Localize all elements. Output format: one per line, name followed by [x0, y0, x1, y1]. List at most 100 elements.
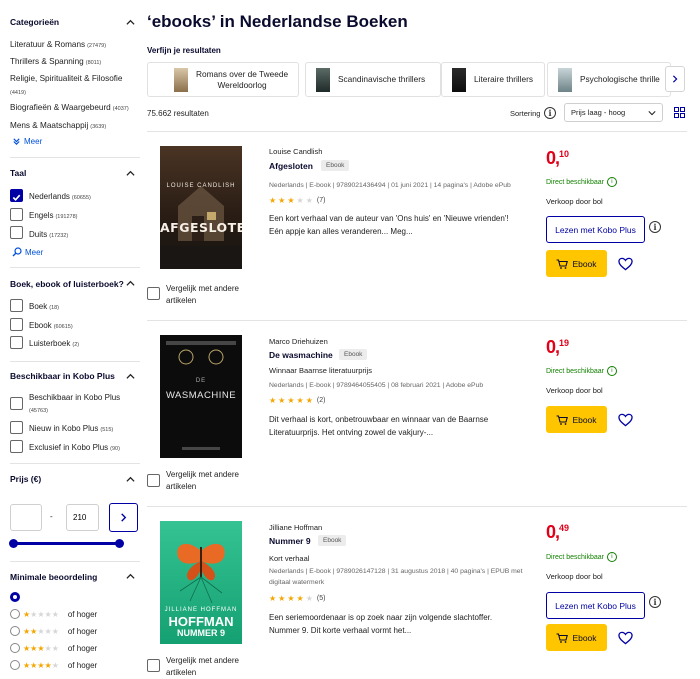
price-slider-max-handle[interactable] [114, 539, 124, 548]
language-more-link[interactable]: Meer [12, 247, 43, 257]
price-slider-min-handle[interactable] [8, 539, 18, 548]
rating-option[interactable] [10, 592, 20, 602]
product-description: Een kort verhaal van de auteur van 'Ons … [269, 214, 509, 236]
chevron-up-icon[interactable] [126, 372, 135, 381]
heart-icon[interactable] [618, 631, 633, 645]
rating-option[interactable]: ★★★★★ of hoger [10, 626, 97, 636]
price-max-input[interactable] [66, 504, 99, 531]
rating-option[interactable]: ★★★★★ of hoger [10, 660, 97, 670]
divider [10, 157, 140, 158]
rating-radio[interactable] [10, 592, 20, 602]
star-icon: ★ [287, 196, 295, 205]
category-item[interactable]: Thrillers & Spanning (8011) [10, 57, 101, 66]
heart-icon[interactable] [618, 413, 633, 427]
category-item[interactable]: Biografieën & Waargebeurd (4037) [10, 103, 129, 112]
sort-info-icon[interactable]: i [544, 107, 556, 119]
category-count: (27479) [87, 43, 107, 49]
chips-next-button[interactable] [665, 66, 685, 92]
rating-radio[interactable] [10, 626, 20, 636]
divider [147, 506, 687, 507]
kobo-plus-button[interactable]: Lezen met Kobo Plus [546, 592, 645, 619]
product-cover[interactable]: DE WASMACHINE [160, 335, 242, 458]
info-icon[interactable]: i [606, 366, 617, 376]
refine-chip[interactable]: Scandinavische thrillers [305, 62, 441, 97]
star-icon: ★ [51, 643, 59, 653]
product-cover[interactable]: JILLIANE HOFFMAN HOFFMAN NUMMER 9 [160, 521, 242, 644]
product-author[interactable]: Louise Candlish [269, 147, 322, 156]
rating-option[interactable]: ★★★★★ of hoger [10, 609, 97, 619]
info-icon[interactable]: i [606, 177, 617, 187]
kobo-name: Exclusief in Kobo Plus [29, 443, 109, 452]
product-author[interactable]: Jilliane Hoffman [269, 523, 322, 532]
chip-thumbnail [452, 67, 466, 92]
compare-checkbox[interactable] [147, 474, 160, 487]
format-checkbox-ebook[interactable] [10, 318, 23, 331]
category-item[interactable]: Literatuur & Romans (27479) [10, 40, 106, 49]
kobo-info-icon[interactable]: i [649, 596, 661, 608]
refine-chip[interactable]: Literaire thrillers [441, 62, 545, 97]
chip-thumbnail [174, 67, 188, 92]
chip-label: Scandinavische thrillers [338, 74, 426, 84]
kobo-checkbox-nieuw[interactable] [10, 421, 23, 434]
language-checkbox-engels[interactable] [10, 208, 23, 221]
buy-label: Ebook [572, 258, 597, 269]
buy-ebook-button[interactable]: Ebook [546, 406, 607, 433]
compare-checkbox[interactable] [147, 287, 160, 300]
chevron-up-icon[interactable] [126, 572, 135, 581]
product-author[interactable]: Marco Driehuizen [269, 337, 328, 346]
refine-chip[interactable]: Romans over de Tweede Wereldoorlog [147, 62, 299, 97]
price-cents: 49 [559, 523, 570, 533]
product-title[interactable]: De wasmachine [269, 350, 333, 360]
heart-icon[interactable] [618, 257, 633, 271]
language-label: Engels (191278) [29, 211, 78, 220]
star-icon: ★ [37, 609, 45, 619]
rating-radio[interactable] [10, 660, 20, 670]
format-checkbox-boek[interactable] [10, 299, 23, 312]
kobo-plus-button[interactable]: Lezen met Kobo Plus [546, 216, 645, 243]
cart-icon [556, 258, 569, 269]
review-count[interactable]: (7) [317, 197, 326, 204]
format-label: Boek (18) [29, 302, 59, 311]
star-icon: ★ [51, 626, 59, 636]
chevron-up-icon[interactable] [126, 475, 135, 484]
product-title[interactable]: Nummer 9 [269, 536, 311, 546]
compare-checkbox[interactable] [147, 659, 160, 672]
category-label: Mens & Maatschappij [10, 121, 89, 130]
language-checkbox-duits[interactable] [10, 226, 23, 239]
star-icon: ★ [44, 609, 52, 619]
kobo-checkbox-beschikbaar[interactable] [10, 397, 23, 410]
product-subtitle: Kort verhaal [269, 554, 310, 563]
format-checkbox-luisterboek[interactable] [10, 336, 23, 349]
price-slider-track[interactable] [13, 542, 119, 545]
rating-radio[interactable] [10, 609, 20, 619]
format-count: (18) [49, 305, 60, 311]
price-min-input[interactable] [10, 504, 42, 531]
cover-title: AFGESLOTEN [160, 220, 242, 235]
category-item[interactable]: Mens & Maatschappij (3639) [10, 121, 106, 130]
buy-ebook-button[interactable]: Ebook [546, 250, 607, 277]
kobo-info-icon[interactable]: i [649, 221, 661, 233]
info-icon[interactable]: i [606, 552, 617, 562]
language-checkbox-nederlands[interactable] [10, 189, 23, 202]
category-item[interactable]: Religie, Spiritualiteit & Filosofie [10, 74, 122, 83]
review-count[interactable]: (5) [317, 595, 326, 602]
review-count[interactable]: (2) [317, 397, 326, 404]
product-title[interactable]: Afgesloten [269, 161, 313, 171]
rating-option[interactable]: ★★★★★ of hoger [10, 643, 97, 653]
buy-ebook-button[interactable]: Ebook [546, 624, 607, 651]
kobo-count: (90) [110, 446, 120, 452]
grid-view-icon[interactable] [674, 107, 685, 118]
refine-chip[interactable]: Psychologische thrille [547, 62, 671, 97]
star-icon: ★ [269, 196, 277, 205]
categories-more-link[interactable]: Meer [12, 137, 42, 146]
divider [10, 463, 140, 464]
price-cents: 10 [559, 149, 570, 159]
sort-select[interactable]: Prijs laag - hoog [564, 103, 663, 122]
chevron-up-icon[interactable] [126, 169, 135, 178]
price-submit-button[interactable] [109, 503, 138, 532]
chevron-up-icon[interactable] [126, 18, 135, 27]
kobo-checkbox-exclusief[interactable] [10, 440, 23, 453]
product-cover[interactable]: LOUISE CANDLISH AFGESLOTEN [160, 146, 242, 269]
chevron-up-icon[interactable] [126, 279, 135, 288]
rating-radio[interactable] [10, 643, 20, 653]
